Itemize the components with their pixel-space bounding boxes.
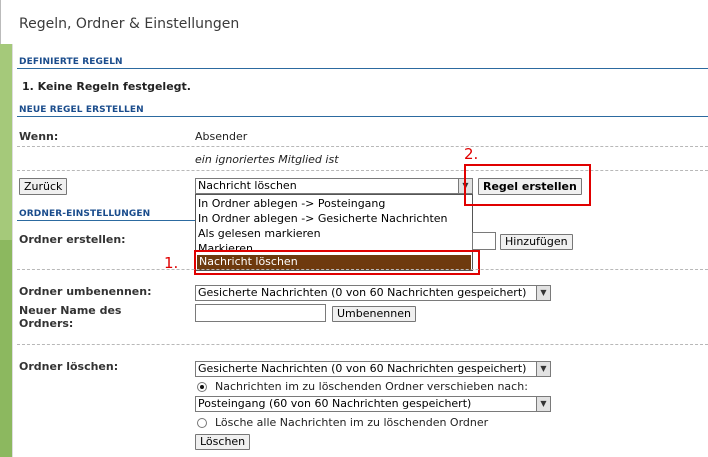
divider: [17, 146, 708, 147]
delete-folder-label: Ordner löschen:: [19, 360, 119, 373]
defined-rules-heading: DEFINIERTE REGELN: [19, 57, 123, 67]
create-folder-label: Ordner erstellen:: [19, 233, 126, 246]
move-target-value: Posteingang (60 von 60 Nachrichten gespe…: [198, 397, 472, 410]
delete-folder-button[interactable]: Löschen: [195, 434, 251, 450]
divider: [17, 170, 708, 171]
chevron-down-icon[interactable]: ▼: [536, 397, 550, 411]
divider: [17, 116, 708, 117]
page-title: Regeln, Ordner & Einstellungen: [19, 16, 240, 32]
delete-all-label: Lösche alle Nachrichten im zu löschenden…: [215, 416, 489, 429]
delete-folder-select[interactable]: Gesicherte Nachrichten (0 von 60 Nachric…: [195, 361, 551, 377]
new-rule-heading: NEUE REGEL ERSTELLEN: [19, 105, 144, 115]
dropdown-option[interactable]: In Ordner ablegen -> Gesicherte Nachrich…: [198, 212, 448, 225]
new-name-label: Neuer Name des Ordners:: [19, 304, 122, 330]
divider: [17, 344, 708, 345]
delete-all-radio[interactable]: [197, 418, 207, 428]
side-strip: [0, 240, 12, 457]
add-folder-button[interactable]: Hinzufügen: [500, 234, 573, 250]
rename-folder-select[interactable]: Gesicherte Nachrichten (0 von 60 Nachric…: [195, 285, 551, 301]
dropdown-option[interactable]: Als gelesen markieren: [198, 227, 321, 240]
annotation-box-step1: [194, 250, 480, 275]
folder-settings-heading: ORDNER-EINSTELLUNGEN: [19, 209, 151, 219]
action-select-value: Nachricht löschen: [198, 179, 297, 192]
rename-button[interactable]: Umbenennen: [332, 306, 416, 322]
chevron-down-icon[interactable]: ▼: [536, 286, 550, 300]
move-messages-radio[interactable]: [197, 382, 207, 392]
folder-name-input[interactable]: [472, 232, 496, 250]
move-target-select[interactable]: Posteingang (60 von 60 Nachrichten gespe…: [195, 396, 551, 412]
rename-folder-label: Ordner umbenennen:: [19, 285, 152, 298]
sender-text: Absender: [195, 130, 248, 143]
when-label: Wenn:: [19, 130, 59, 143]
condition-text: ein ignoriertes Mitglied ist: [195, 153, 339, 166]
no-rules-item: 1. Keine Regeln festgelegt.: [22, 80, 191, 93]
annotation-box-step2: [464, 164, 591, 206]
divider: [17, 269, 708, 270]
action-select[interactable]: Nachricht löschen ▼: [195, 178, 473, 194]
annotation-step2: 2.: [464, 145, 479, 163]
dropdown-option[interactable]: In Ordner ablegen -> Posteingang: [198, 197, 385, 210]
move-messages-label: Nachrichten im zu löschenden Ordner vers…: [215, 380, 528, 393]
delete-select-value: Gesicherte Nachrichten (0 von 60 Nachric…: [198, 362, 527, 375]
header-bar: Regeln, Ordner & Einstellungen: [0, 0, 708, 44]
chevron-down-icon[interactable]: ▼: [536, 362, 550, 376]
back-button[interactable]: Zurück: [19, 178, 68, 195]
divider: [17, 220, 195, 221]
rename-select-value: Gesicherte Nachrichten (0 von 60 Nachric…: [198, 286, 527, 299]
divider: [17, 68, 708, 69]
new-folder-name-input[interactable]: [195, 304, 326, 322]
